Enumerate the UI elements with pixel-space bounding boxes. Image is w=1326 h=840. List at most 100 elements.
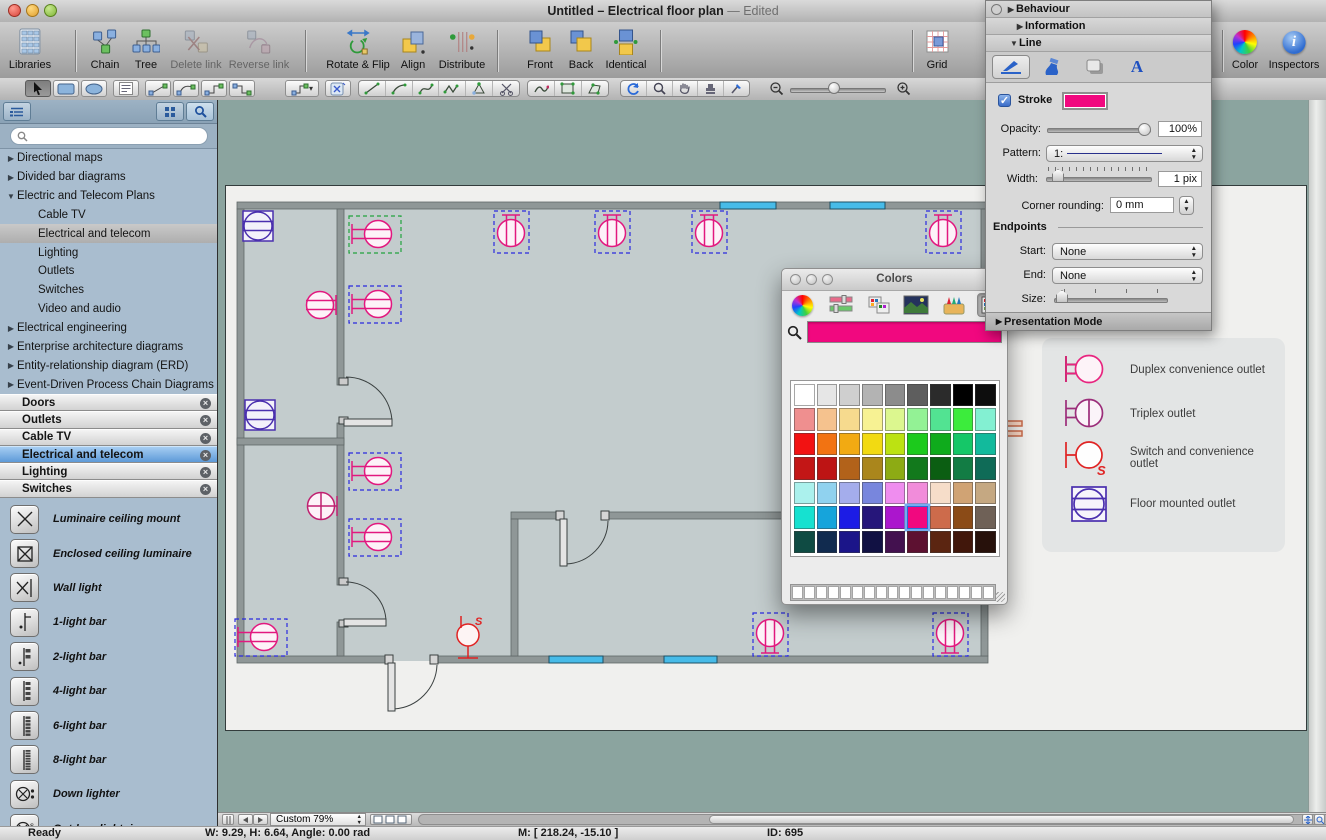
- tree-item-directional-maps[interactable]: ▶Directional maps: [0, 149, 217, 168]
- polyline-tool-button[interactable]: [439, 81, 466, 96]
- connector-menu-button[interactable]: ▾: [285, 80, 319, 97]
- outdoor-lightning-icon[interactable]: s: [10, 814, 39, 826]
- rectangle-tool-button[interactable]: [53, 80, 79, 97]
- symbol-down-lighter[interactable]: Down lighter: [0, 777, 217, 811]
- zoom-level-dropdown[interactable]: Custom 79% ▲▼: [270, 813, 366, 826]
- color-swatch[interactable]: [817, 457, 838, 479]
- fill-tab[interactable]: [1034, 55, 1072, 79]
- color-swatch[interactable]: [930, 433, 951, 455]
- color-swatch[interactable]: [839, 433, 860, 455]
- color-swatch[interactable]: [907, 531, 928, 553]
- 2-light-bar-icon[interactable]: [10, 642, 39, 671]
- floor-outlet-2[interactable]: [245, 400, 275, 430]
- 4-light-bar-icon[interactable]: [10, 677, 39, 706]
- refresh-tool-button[interactable]: [621, 81, 647, 96]
- pan-mode-button[interactable]: [1302, 814, 1313, 825]
- toolbar-item-align[interactable]: Align: [400, 25, 426, 71]
- color-swatch[interactable]: [885, 531, 906, 553]
- shadow-tab[interactable]: [1076, 55, 1114, 79]
- tree-item-divided-bar-diagrams[interactable]: ▶Divided bar diagrams: [0, 168, 217, 187]
- color-swatch[interactable]: [794, 531, 815, 553]
- resize-grip-icon[interactable]: [995, 592, 1005, 602]
- end-endpoint-dropdown[interactable]: None▲▼: [1052, 267, 1203, 284]
- color-swatch[interactable]: [953, 506, 974, 528]
- horizontal-scrollbar[interactable]: [418, 814, 1326, 825]
- color-swatch[interactable]: [907, 433, 928, 455]
- color-swatch[interactable]: [907, 457, 928, 479]
- text-tool-button[interactable]: [113, 80, 139, 97]
- toolbar-item-distribute[interactable]: Distribute: [439, 25, 485, 71]
- color-swatch[interactable]: [839, 531, 860, 553]
- custom-swatch-cell[interactable]: [971, 586, 982, 599]
- custom-swatch-cell[interactable]: [911, 586, 922, 599]
- color-swatch[interactable]: [862, 531, 883, 553]
- custom-swatch-cell[interactable]: [840, 586, 851, 599]
- color-swatch[interactable]: [953, 433, 974, 455]
- zoom-in-button[interactable]: [890, 80, 916, 97]
- symbol-2-light-bar[interactable]: 2-light bar: [0, 640, 217, 674]
- color-swatch[interactable]: [862, 482, 883, 504]
- connector-curved-tool-button[interactable]: [173, 80, 199, 97]
- bezier-tool-button[interactable]: [413, 81, 440, 96]
- close-button[interactable]: [8, 4, 21, 17]
- color-swatch[interactable]: [975, 531, 996, 553]
- color-swatch[interactable]: [885, 457, 906, 479]
- stroke-color-swatch[interactable]: [1062, 92, 1108, 110]
- color-swatch[interactable]: [930, 482, 951, 504]
- library-search-input[interactable]: [10, 127, 208, 145]
- corner-rounding-stepper[interactable]: ▲▼: [1179, 196, 1194, 215]
- custom-swatch-cell[interactable]: [864, 586, 875, 599]
- tree-view-button[interactable]: [3, 102, 31, 121]
- custom-swatch-cell[interactable]: [899, 586, 910, 599]
- tree-item-electrical-engineering[interactable]: ▶Electrical engineering: [0, 319, 217, 338]
- color-palettes-tab[interactable]: [864, 293, 894, 317]
- disclosure-icon[interactable]: ▶: [1006, 5, 1016, 14]
- zoom-slider[interactable]: [790, 84, 886, 93]
- 8-light-bar-icon[interactable]: [10, 745, 39, 774]
- color-swatch[interactable]: [839, 384, 860, 406]
- toolbar-item-tree[interactable]: Tree: [132, 25, 160, 71]
- zoom-tool-button[interactable]: [647, 81, 673, 96]
- section-lighting[interactable]: Lighting×: [0, 463, 217, 480]
- close-section-icon[interactable]: ×: [200, 433, 211, 444]
- tree-item-cable-tv[interactable]: Cable TV: [0, 206, 217, 225]
- zoom-slider-thumb[interactable]: [828, 82, 840, 94]
- color-swatch[interactable]: [794, 408, 815, 430]
- disclosure-icon[interactable]: ▶: [1015, 22, 1025, 31]
- inspector-section-behaviour[interactable]: ▶ Behaviour: [986, 1, 1211, 18]
- door-exterior-bottom[interactable]: [385, 655, 438, 711]
- section-doors[interactable]: Doors×: [0, 394, 217, 411]
- disclosure-icon[interactable]: ▼: [1009, 39, 1019, 48]
- tree-item-lighting[interactable]: Lighting: [0, 243, 217, 262]
- color-swatch[interactable]: [953, 531, 974, 553]
- close-section-icon[interactable]: ×: [200, 467, 211, 478]
- color-wheel-tab[interactable]: [788, 293, 818, 317]
- freehand-tool-button[interactable]: [528, 81, 555, 96]
- toolbar-item-chain[interactable]: Chain: [91, 25, 120, 71]
- stroke-tab[interactable]: [992, 55, 1030, 79]
- tree-item-electrical-and-telecom[interactable]: Electrical and telecom: [0, 224, 217, 243]
- custom-swatch-cell[interactable]: [792, 586, 803, 599]
- search-view-button[interactable]: [186, 102, 214, 121]
- toolbar-item-back[interactable]: Back: [568, 25, 594, 71]
- scissors-tool-button[interactable]: [493, 81, 519, 96]
- luminaire-ceiling-mount-icon[interactable]: [10, 505, 39, 534]
- color-swatch[interactable]: [794, 506, 815, 528]
- color-swatch[interactable]: [885, 482, 906, 504]
- color-swatch[interactable]: [975, 506, 996, 528]
- width-value[interactable]: 1 pix: [1158, 171, 1202, 187]
- zoom-button[interactable]: [822, 274, 833, 285]
- color-swatch[interactable]: [885, 433, 906, 455]
- select-tool-button[interactable]: [25, 80, 51, 97]
- color-swatch[interactable]: [907, 384, 928, 406]
- color-swatch[interactable]: [817, 531, 838, 553]
- ellipse-tool-button[interactable]: [81, 80, 107, 97]
- color-swatch[interactable]: [817, 506, 838, 528]
- arc-tool-button[interactable]: [386, 81, 413, 96]
- opacity-slider-thumb[interactable]: [1138, 123, 1151, 136]
- tree-item-epc-diagrams[interactable]: ▶Event-Driven Process Chain Diagrams: [0, 375, 217, 394]
- close-section-icon[interactable]: ×: [200, 450, 211, 461]
- color-swatch[interactable]: [953, 457, 974, 479]
- corner-rounding-value[interactable]: 0 mm: [1110, 197, 1174, 213]
- color-swatch[interactable]: [975, 384, 996, 406]
